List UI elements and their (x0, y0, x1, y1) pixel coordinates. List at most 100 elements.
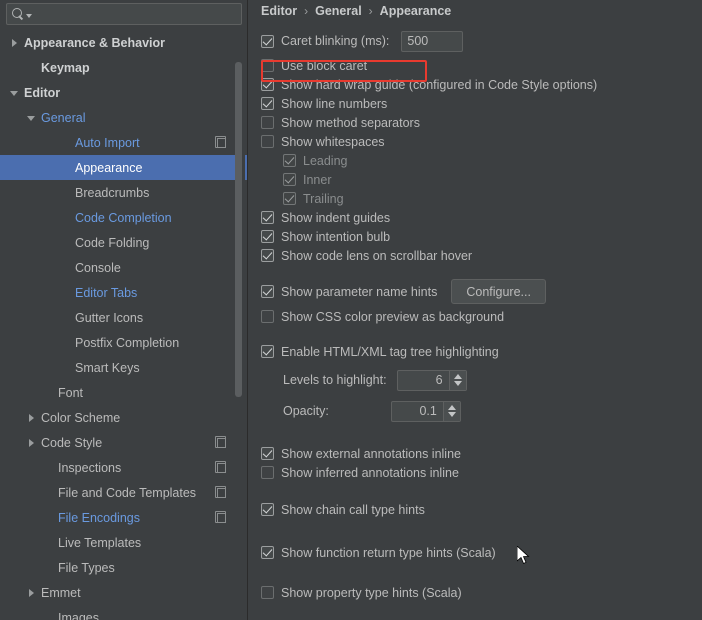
sidebar-item-gutter-icons[interactable]: Gutter Icons (0, 305, 240, 330)
option-show-external-annotations[interactable]: Show external annotations inline (261, 444, 702, 463)
sidebar-item-auto-import[interactable]: Auto Import (0, 130, 240, 155)
chevron-down-icon[interactable] (25, 111, 39, 125)
sidebar-scrollbar-track[interactable] (236, 30, 245, 610)
option-show-function-return-type-hints[interactable]: Show function return type hints (Scala) (261, 543, 702, 562)
configure-button[interactable]: Configure... (451, 279, 546, 304)
search-icon[interactable] (7, 4, 33, 24)
option-show-method-separators[interactable]: Show method separators (261, 113, 702, 132)
breadcrumb-item[interactable]: Appearance (380, 4, 452, 18)
sidebar-item-editor-tabs[interactable]: Editor Tabs (0, 280, 240, 305)
settings-main-panel: Editor›General›Appearance Caret blinking… (249, 0, 702, 620)
option-whitespace-leading[interactable]: Leading (283, 151, 702, 170)
checkbox-show-hard-wrap-guide[interactable] (261, 78, 274, 91)
settings-tree[interactable]: Appearance & BehaviorKeymapEditorGeneral… (0, 30, 240, 620)
tree-spacer (59, 186, 73, 200)
checkbox-show-intention-bulb[interactable] (261, 230, 274, 243)
spinner-opacity-buttons[interactable] (443, 402, 460, 421)
checkbox-show-parameter-name-hints[interactable] (261, 285, 274, 298)
checkbox-show-line-numbers[interactable] (261, 97, 274, 110)
sidebar-item-code-style[interactable]: Code Style (0, 430, 240, 455)
copy-settings-icon[interactable] (215, 436, 226, 448)
chevron-up-icon[interactable] (454, 374, 462, 379)
checkbox-show-chain-call-type-hints[interactable] (261, 503, 274, 516)
chevron-up-icon[interactable] (448, 405, 456, 410)
option-show-whitespaces[interactable]: Show whitespaces (261, 132, 702, 151)
option-show-hard-wrap-guide[interactable]: Show hard wrap guide (configured in Code… (261, 75, 702, 94)
option-show-css-color-preview[interactable]: Show CSS color preview as background (261, 307, 702, 326)
option-show-parameter-name-hints[interactable]: Show parameter name hints Configure... (261, 278, 702, 305)
option-caret-blinking[interactable]: Caret blinking (ms): (261, 28, 702, 54)
sidebar-item-inspections[interactable]: Inspections (0, 455, 240, 480)
sidebar-item-color-scheme[interactable]: Color Scheme (0, 405, 240, 430)
checkbox-show-function-return-type-hints[interactable] (261, 546, 274, 559)
input-caret-blinking-ms[interactable] (401, 31, 463, 52)
sidebar-item-live-templates[interactable]: Live Templates (0, 530, 240, 555)
sidebar-item-appearance-behavior[interactable]: Appearance & Behavior (0, 30, 240, 55)
copy-settings-icon[interactable] (215, 511, 226, 523)
sidebar-item-file-and-code-templates[interactable]: File and Code Templates (0, 480, 240, 505)
sidebar-item-general[interactable]: General (0, 105, 240, 130)
sidebar-item-editor[interactable]: Editor (0, 80, 240, 105)
sidebar-item-images[interactable]: Images (0, 605, 240, 620)
chevron-right-icon[interactable] (25, 586, 39, 600)
chevron-right-icon[interactable] (25, 436, 39, 450)
option-whitespace-trailing[interactable]: Trailing (283, 189, 702, 208)
chevron-down-icon[interactable] (448, 412, 456, 417)
checkbox-show-property-type-hints[interactable] (261, 586, 274, 599)
sidebar-item-smart-keys[interactable]: Smart Keys (0, 355, 240, 380)
sidebar-item-code-folding[interactable]: Code Folding (0, 230, 240, 255)
sidebar-item-breadcrumbs[interactable]: Breadcrumbs (0, 180, 240, 205)
option-whitespace-inner[interactable]: Inner (283, 170, 702, 189)
search-field[interactable] (6, 3, 242, 25)
spinner-levels-to-highlight[interactable]: 6 (397, 370, 467, 391)
sidebar-item-keymap[interactable]: Keymap (0, 55, 240, 80)
checkbox-show-css-color-preview[interactable] (261, 310, 274, 323)
option-show-code-lens[interactable]: Show code lens on scrollbar hover (261, 246, 702, 265)
option-show-inferred-annotations[interactable]: Show inferred annotations inline (261, 463, 702, 482)
search-input[interactable] (33, 7, 241, 21)
sidebar-scrollbar-thumb[interactable] (235, 62, 242, 397)
checkbox-show-inferred-annotations[interactable] (261, 466, 274, 479)
spinner-opacity[interactable]: 0.1 (391, 401, 461, 422)
sidebar-item-emmet[interactable]: Emmet (0, 580, 240, 605)
checkbox-show-external-annotations[interactable] (261, 447, 274, 460)
checkbox-show-whitespaces[interactable] (261, 135, 274, 148)
sidebar-item-appearance[interactable]: Appearance (0, 155, 248, 180)
option-show-intention-bulb[interactable]: Show intention bulb (261, 227, 702, 246)
copy-settings-icon[interactable] (215, 461, 226, 473)
checkbox-enable-tag-tree-highlighting[interactable] (261, 345, 274, 358)
option-show-chain-call-type-hints[interactable]: Show chain call type hints (261, 500, 702, 519)
breadcrumb-item[interactable]: Editor (261, 4, 297, 18)
copy-settings-icon[interactable] (215, 136, 226, 148)
checkbox-use-block-caret[interactable] (261, 59, 274, 72)
option-show-line-numbers[interactable]: Show line numbers (261, 94, 702, 113)
sidebar-item-code-completion[interactable]: Code Completion (0, 205, 240, 230)
option-enable-tag-tree-highlighting[interactable]: Enable HTML/XML tag tree highlighting (261, 342, 702, 361)
sidebar-item-file-types[interactable]: File Types (0, 555, 240, 580)
checkbox-caret-blinking[interactable] (261, 35, 274, 48)
sidebar-item-font[interactable]: Font (0, 380, 240, 405)
label-show-intention-bulb: Show intention bulb (281, 230, 390, 244)
checkbox-whitespace-inner[interactable] (283, 173, 296, 186)
checkbox-whitespace-leading[interactable] (283, 154, 296, 167)
chevron-down-icon[interactable] (454, 381, 462, 386)
copy-settings-icon[interactable] (215, 486, 226, 498)
chevron-right-icon[interactable] (8, 36, 22, 50)
chevron-right-icon[interactable] (25, 411, 39, 425)
sidebar-item-file-encodings[interactable]: File Encodings (0, 505, 240, 530)
breadcrumb-item[interactable]: General (315, 4, 362, 18)
checkbox-show-indent-guides[interactable] (261, 211, 274, 224)
label-caret-blinking: Caret blinking (ms): (281, 34, 389, 48)
chevron-down-icon[interactable] (8, 86, 22, 100)
checkbox-show-method-separators[interactable] (261, 116, 274, 129)
checkbox-whitespace-trailing[interactable] (283, 192, 296, 205)
sidebar-item-console[interactable]: Console (0, 255, 240, 280)
chevron-down-icon[interactable] (26, 14, 32, 18)
option-show-property-type-hints[interactable]: Show property type hints (Scala) (261, 583, 702, 602)
sidebar-item-postfix-completion[interactable]: Postfix Completion (0, 330, 240, 355)
option-show-indent-guides[interactable]: Show indent guides (261, 208, 702, 227)
spinner-levels-buttons[interactable] (449, 371, 466, 390)
option-use-block-caret[interactable]: Use block caret (261, 56, 702, 75)
tree-spacer (59, 336, 73, 350)
checkbox-show-code-lens[interactable] (261, 249, 274, 262)
